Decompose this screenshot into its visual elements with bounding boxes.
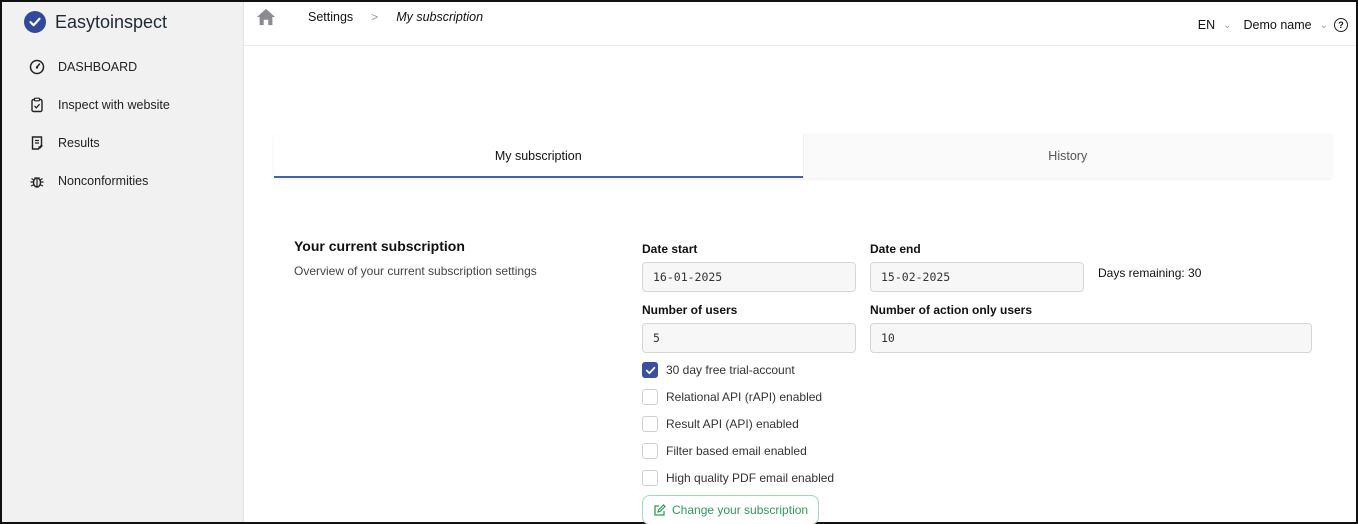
top-right-controls: EN ⌄ Demo name ⌄ ?	[1198, 18, 1348, 32]
option-label: Relational API (rAPI) enabled	[666, 390, 823, 404]
brand-name: Easytoinspect	[55, 11, 168, 32]
chevron-down-icon[interactable]: ⌄	[1223, 20, 1231, 31]
language-selector[interactable]: EN	[1198, 18, 1215, 32]
checkbox[interactable]	[642, 443, 658, 459]
checkbox-checked[interactable]	[642, 362, 658, 378]
option-trial-account[interactable]: 30 day free trial-account	[642, 362, 795, 378]
checkbox[interactable]	[642, 416, 658, 432]
edit-icon	[653, 503, 666, 517]
section-title: Your current subscription	[294, 238, 465, 254]
brand[interactable]: Easytoinspect	[2, 2, 243, 40]
check-circle-logo-icon	[24, 11, 46, 33]
sidebar-item-inspect-with-website[interactable]: Inspect with website	[2, 86, 243, 124]
check-icon	[645, 366, 655, 374]
change-subscription-button[interactable]: Change your subscription	[642, 495, 820, 524]
dashboard-gauge-icon	[28, 58, 46, 76]
users-label: Number of users	[642, 303, 738, 317]
home-icon[interactable]	[256, 7, 276, 27]
days-remaining: Days remaining: 30	[1098, 266, 1202, 280]
option-hq-pdf-email[interactable]: High quality PDF email enabled	[642, 470, 834, 486]
breadcrumb-separator-icon: >	[371, 9, 379, 24]
sidebar-item-results[interactable]: Results	[2, 124, 243, 162]
change-subscription-label: Change your subscription	[672, 503, 809, 517]
subscription-tabs: My subscription History	[274, 134, 1332, 178]
section-description: Overview of your current subscription se…	[294, 264, 537, 278]
users-field[interactable]: 5	[642, 323, 856, 353]
user-menu[interactable]: Demo name	[1244, 18, 1312, 32]
breadcrumb-current: My subscription	[396, 9, 484, 24]
sidebar-item-nonconformities[interactable]: Nonconformities	[2, 162, 243, 200]
option-relational-api[interactable]: Relational API (rAPI) enabled	[642, 389, 822, 405]
option-label: Filter based email enabled	[666, 444, 807, 458]
tab-my-subscription[interactable]: My subscription	[274, 134, 803, 178]
breadcrumb-settings[interactable]: Settings	[308, 10, 353, 24]
sidebar-item-dashboard[interactable]: DASHBOARD	[2, 48, 243, 86]
action-users-field[interactable]: 10	[870, 323, 1312, 353]
bug-icon	[28, 172, 46, 190]
date-end-field[interactable]: 15-02-2025	[870, 262, 1084, 292]
option-label: 30 day free trial-account	[666, 363, 795, 377]
checkbox[interactable]	[642, 470, 658, 486]
checkbox[interactable]	[642, 389, 658, 405]
sidebar: Easytoinspect DASHBOARD Inspect with web…	[2, 2, 244, 522]
option-label: Result API (API) enabled	[666, 417, 799, 431]
clipboard-check-icon	[28, 96, 46, 114]
option-label: High quality PDF email enabled	[666, 471, 835, 485]
document-list-icon	[28, 134, 46, 152]
tab-history[interactable]: History	[802, 134, 1332, 178]
top-bar: Settings > My subscription	[244, 2, 1356, 46]
chevron-down-icon[interactable]: ⌄	[1320, 20, 1328, 31]
sidebar-item-label: DASHBOARD	[58, 60, 138, 74]
date-start-label: Date start	[642, 242, 698, 256]
option-result-api[interactable]: Result API (API) enabled	[642, 416, 799, 432]
sidebar-item-label: Inspect with website	[58, 98, 170, 112]
help-icon[interactable]: ?	[1334, 18, 1348, 32]
sidebar-item-label: Results	[58, 136, 100, 150]
action-users-label: Number of action only users	[870, 303, 1033, 317]
option-filter-email[interactable]: Filter based email enabled	[642, 443, 807, 459]
date-end-label: Date end	[870, 242, 921, 256]
sidebar-nav: DASHBOARD Inspect with website Results N…	[2, 48, 243, 200]
date-start-field[interactable]: 16-01-2025	[642, 262, 856, 292]
sidebar-item-label: Nonconformities	[58, 174, 149, 188]
